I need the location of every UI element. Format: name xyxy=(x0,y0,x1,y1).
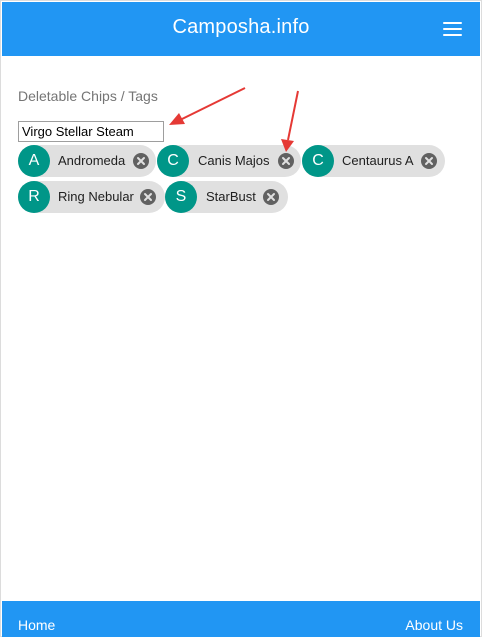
chip-canis-majos[interactable]: C Canis Majos xyxy=(157,145,301,177)
close-icon[interactable] xyxy=(133,153,149,169)
menu-line xyxy=(443,22,462,24)
footer-about-link[interactable]: About Us xyxy=(405,617,463,633)
tag-input[interactable] xyxy=(18,121,164,142)
chip-centaurus-a[interactable]: C Centaurus A xyxy=(302,145,445,177)
chip-avatar: A xyxy=(18,145,50,177)
section-title: Deletable Chips / Tags xyxy=(18,88,158,104)
chip-label: Andromeda xyxy=(58,153,126,168)
close-icon[interactable] xyxy=(140,189,156,205)
chip-avatar: C xyxy=(302,145,334,177)
chip-label: Ring Nebular xyxy=(58,189,134,204)
menu-line xyxy=(443,34,462,36)
hamburger-menu-icon[interactable] xyxy=(443,22,462,36)
chip-label: Canis Majos xyxy=(198,153,270,168)
menu-line xyxy=(443,28,462,30)
chip-ring-nebular[interactable]: R Ring Nebular xyxy=(18,181,165,213)
chip-avatar: C xyxy=(157,145,189,177)
chip-starbust[interactable]: S StarBust xyxy=(165,181,288,213)
chip-label: StarBust xyxy=(206,189,256,204)
close-icon[interactable] xyxy=(421,153,437,169)
app-bar: Camposha.info xyxy=(2,2,480,56)
app-title: Camposha.info xyxy=(172,16,310,38)
footer-home-link[interactable]: Home xyxy=(18,617,55,633)
close-icon[interactable] xyxy=(278,153,294,169)
chip-andromeda[interactable]: A Andromeda xyxy=(18,145,156,177)
chip-avatar: S xyxy=(165,181,197,213)
chip-avatar: R xyxy=(18,181,50,213)
close-icon[interactable] xyxy=(263,189,279,205)
chip-label: Centaurus A xyxy=(342,153,414,168)
footer-bar: Home About Us xyxy=(2,601,480,637)
